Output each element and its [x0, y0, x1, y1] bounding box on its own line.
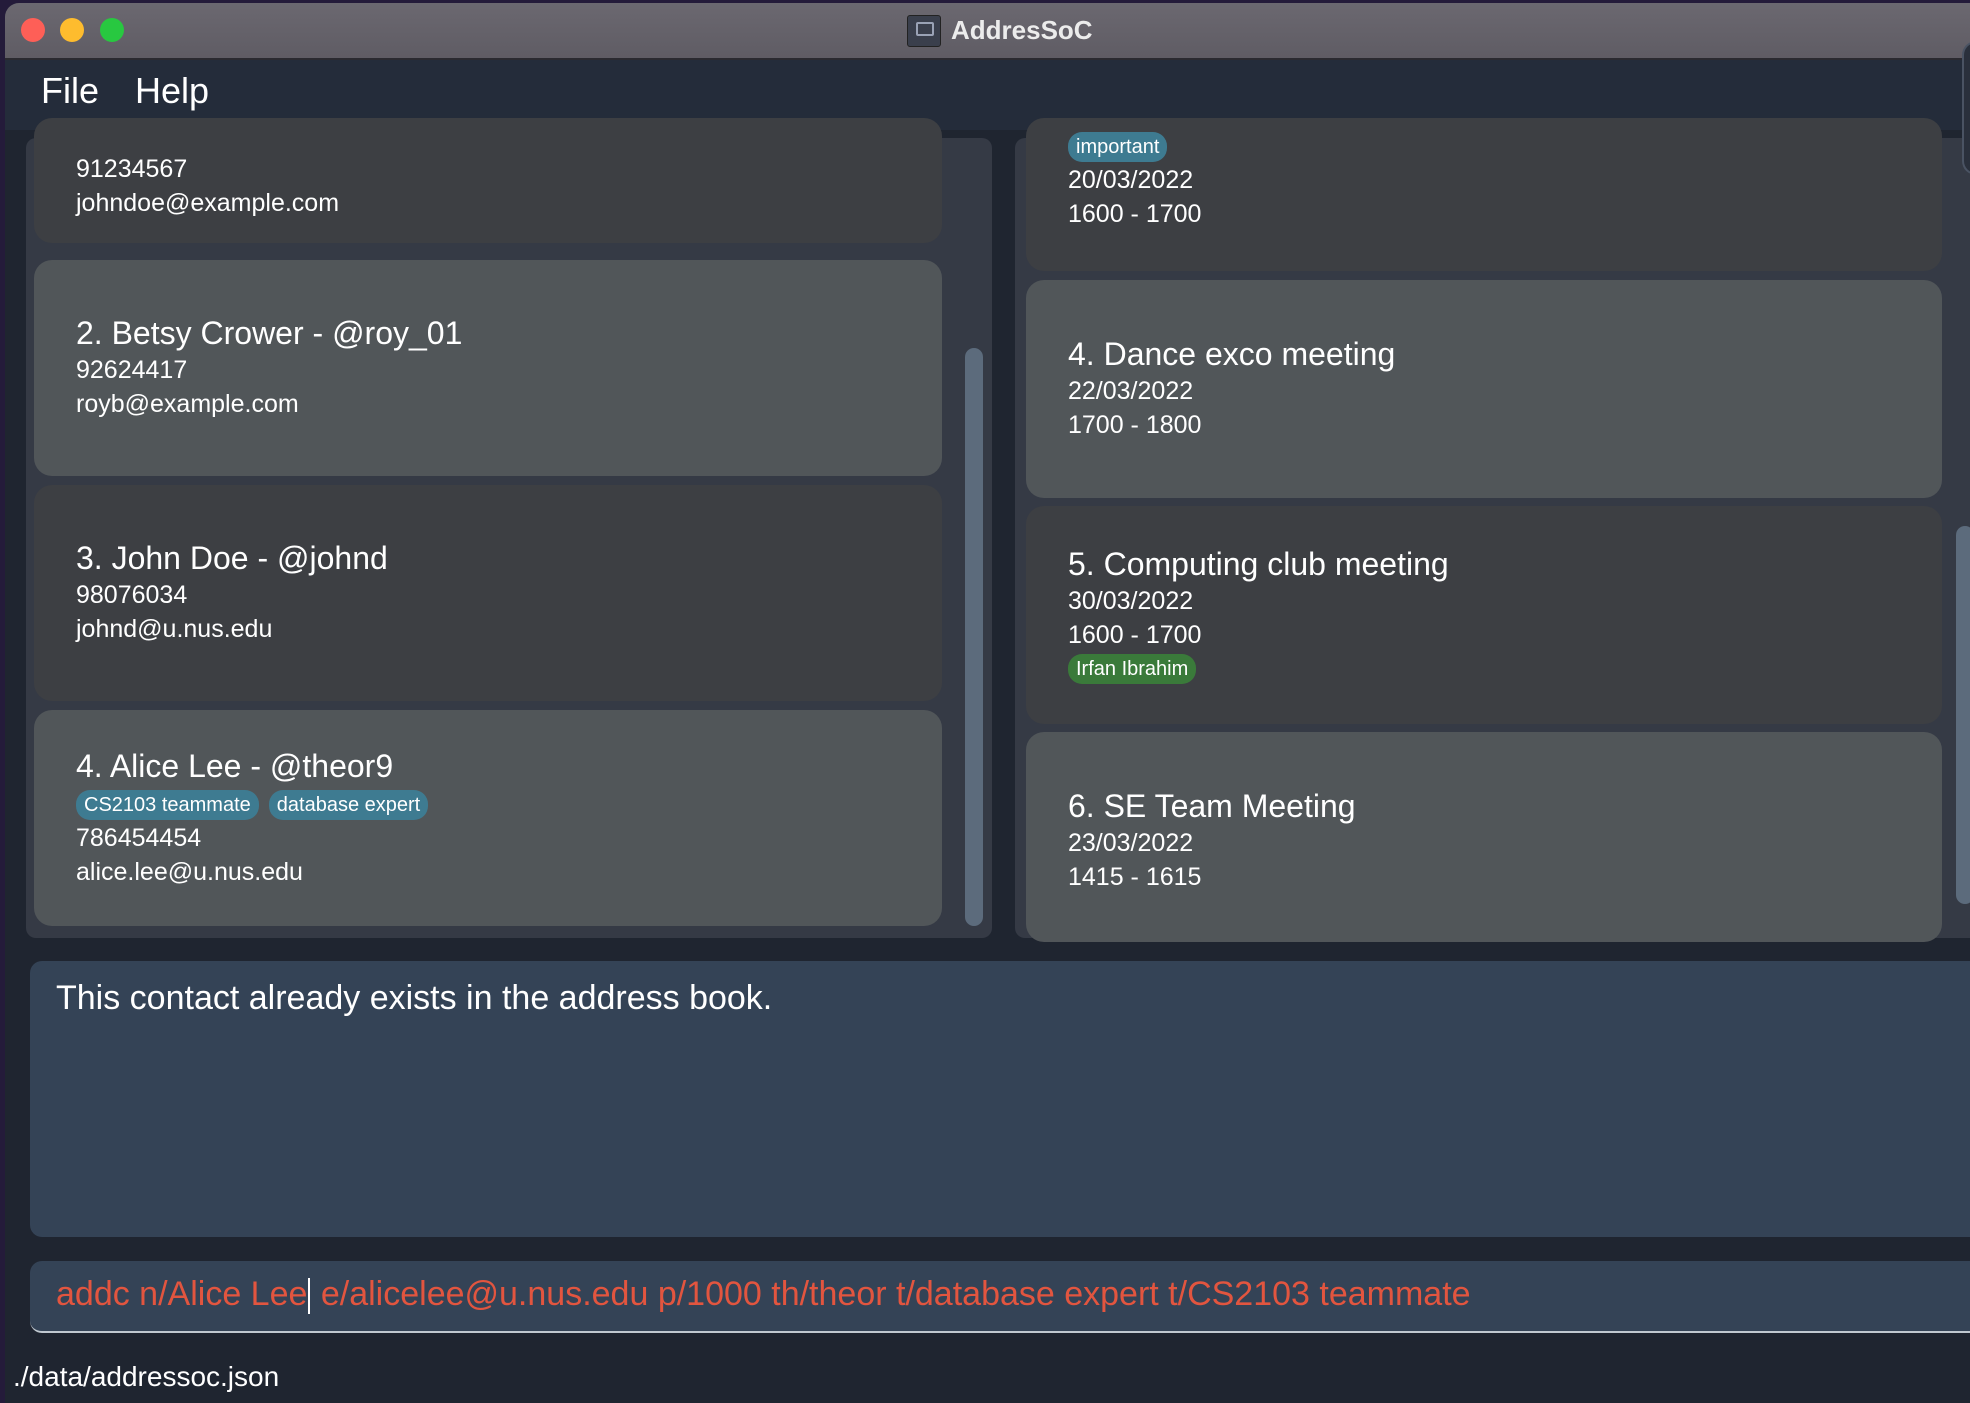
contact-email: johnd@u.nus.edu — [76, 615, 273, 643]
event-date: 30/03/2022 — [1068, 587, 1194, 615]
event-card[interactable]: important 20/03/2022 1600 - 1700 — [1026, 118, 1942, 271]
window-title-group: AddresSoC — [907, 3, 1093, 58]
command-input[interactable]: addc n/Alice Lee e/alicelee@u.nus.edu p/… — [30, 1261, 1970, 1333]
status-bar: ./data/addressoc.json — [5, 1343, 1970, 1403]
tag-badge: CS2103 teammate — [76, 790, 259, 820]
close-window-button[interactable] — [21, 18, 45, 42]
menu-help[interactable]: Help — [135, 70, 209, 112]
contact-phone: 91234567 — [76, 155, 188, 183]
event-list-panel[interactable]: important 20/03/2022 1600 - 1700 4. Danc… — [1015, 118, 1970, 942]
result-message: This contact already exists in the addre… — [56, 979, 773, 1017]
contact-card[interactable]: 91234567 johndoe@example.com — [34, 118, 942, 243]
contact-email: johndoe@example.com — [76, 189, 340, 217]
contact-name: 2. Betsy Crower - @roy_01 — [76, 315, 463, 351]
contact-phone: 786454454 — [76, 824, 202, 852]
tag-badge: important — [1068, 132, 1168, 162]
event-date: 22/03/2022 — [1068, 377, 1194, 405]
window-edge-handle — [1962, 41, 1970, 175]
title-bar: AddresSoC — [5, 3, 1970, 60]
contact-name: 3. John Doe - @johnd — [76, 540, 388, 576]
command-text[interactable]: addc n/Alice Lee e/alicelee@u.nus.edu p/… — [56, 1275, 1471, 1315]
event-title: 6. SE Team Meeting — [1068, 788, 1356, 824]
contact-phone: 98076034 — [76, 581, 188, 609]
event-date: 23/03/2022 — [1068, 829, 1194, 857]
zoom-window-button[interactable] — [100, 18, 124, 42]
window-title: AddresSoC — [951, 15, 1093, 45]
participant-badge: Irfan Ibrahim — [1068, 654, 1197, 684]
event-time: 1600 - 1700 — [1068, 621, 1202, 649]
contact-list-panel[interactable]: 91234567 johndoe@example.com 2. Betsy Cr… — [26, 118, 992, 938]
command-text-after-caret: e/alicelee@u.nus.edu p/1000 th/theor t/d… — [311, 1275, 1471, 1313]
app-icon — [907, 14, 941, 47]
contact-card[interactable]: 2. Betsy Crower - @roy_01 92624417 royb@… — [34, 260, 942, 476]
event-tags: important — [1068, 132, 1168, 162]
event-time: 1700 - 1800 — [1068, 411, 1202, 439]
event-participants: Irfan Ibrahim — [1068, 654, 1197, 684]
data-file-path: ./data/addressoc.json — [13, 1361, 280, 1392]
event-date: 20/03/2022 — [1068, 166, 1194, 194]
event-card[interactable]: 5. Computing club meeting 30/03/2022 160… — [1026, 506, 1942, 724]
event-time: 1415 - 1615 — [1068, 863, 1202, 891]
contact-list-scrollbar[interactable] — [965, 348, 983, 926]
contact-card[interactable]: 3. John Doe - @johnd 98076034 johnd@u.nu… — [34, 485, 942, 701]
result-display: This contact already exists in the addre… — [30, 961, 1970, 1237]
command-text-before-caret: addc n/Alice Lee — [56, 1275, 308, 1313]
event-title: 5. Computing club meeting — [1068, 546, 1449, 582]
contact-email: royb@example.com — [76, 390, 299, 418]
app-window: AddresSoC File Help 91234567 johndoe@exa… — [5, 3, 1970, 1403]
event-time: 1600 - 1700 — [1068, 200, 1202, 228]
event-card[interactable]: 4. Dance exco meeting 22/03/2022 1700 - … — [1026, 280, 1942, 498]
event-card[interactable]: 6. SE Team Meeting 23/03/2022 1415 - 161… — [1026, 732, 1942, 942]
tag-badge: database expert — [268, 790, 429, 820]
contact-tags: CS2103 teammate database expert — [76, 790, 429, 820]
contact-card[interactable]: 4. Alice Lee - @theor9 CS2103 teammate d… — [34, 710, 942, 926]
event-title: 4. Dance exco meeting — [1068, 336, 1396, 372]
minimize-window-button[interactable] — [60, 18, 84, 42]
menu-file[interactable]: File — [41, 70, 99, 112]
event-list-scrollbar[interactable] — [1956, 526, 1970, 904]
contact-name: 4. Alice Lee - @theor9 — [76, 748, 394, 784]
contact-email: alice.lee@u.nus.edu — [76, 858, 303, 886]
contact-phone: 92624417 — [76, 356, 188, 384]
